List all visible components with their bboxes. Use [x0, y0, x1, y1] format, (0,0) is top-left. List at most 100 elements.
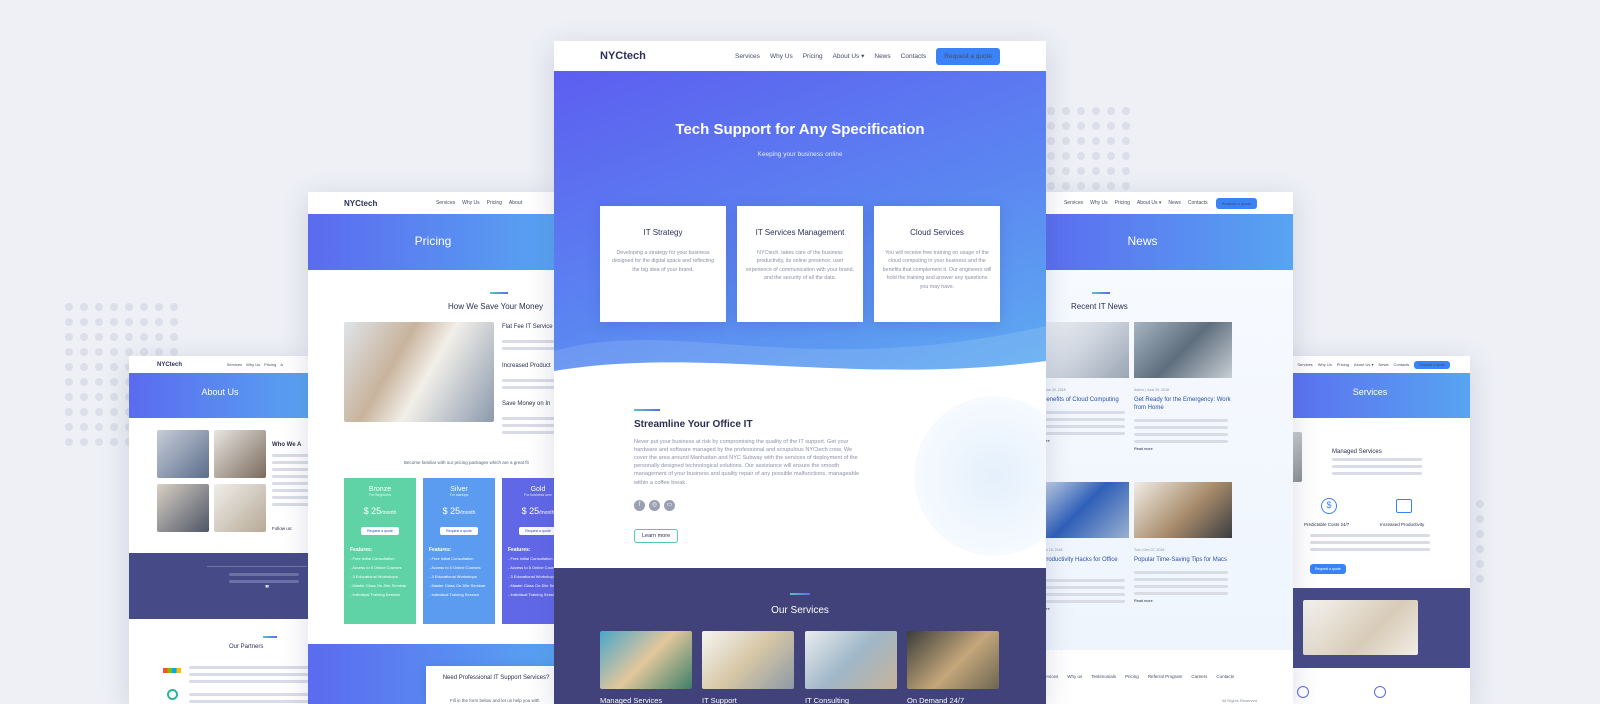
- dot: [80, 318, 88, 326]
- dot: [1092, 152, 1100, 160]
- about-nav-pricing[interactable]: Pricing: [264, 362, 276, 367]
- news-hero-title: News: [1127, 234, 1158, 248]
- news-nav-news[interactable]: News: [1168, 200, 1181, 206]
- plan-card-bronze[interactable]: Bronze For Beginners $ 25/month Request …: [344, 478, 416, 624]
- facebook-icon[interactable]: f: [634, 500, 645, 511]
- pricing-nav-pricing[interactable]: Pricing: [487, 200, 502, 206]
- dot: [1062, 167, 1070, 175]
- main-logo[interactable]: NYCtech: [600, 50, 646, 62]
- svcpg-nav-about[interactable]: About Us ▾: [1354, 362, 1374, 367]
- news-post-title[interactable]: Top Productivity Hacks for Office 365: [1032, 557, 1129, 573]
- news-nav-contacts[interactable]: Contacts: [1188, 200, 1208, 206]
- news-nav-about[interactable]: About Us ▾: [1137, 200, 1161, 206]
- pricing-logo[interactable]: NYCtech: [344, 199, 377, 208]
- plan-feature: - Access to 5 Online Courses: [429, 565, 481, 570]
- plan-card-silver[interactable]: Silver For startups $ 25/month Request a…: [423, 478, 495, 624]
- service-label-support[interactable]: IT Support: [702, 696, 737, 704]
- main-nav: NYCtech Services Why Us Pricing About Us…: [554, 41, 1046, 71]
- card-text: You will receive free training on usage …: [882, 250, 992, 290]
- news-post-title[interactable]: Get Ready for the Emergency: Work from H…: [1134, 397, 1232, 413]
- svcpg-nav-pricing[interactable]: Pricing: [1337, 362, 1349, 367]
- svcpg-nav-why[interactable]: Why Us: [1318, 362, 1332, 367]
- about-logo[interactable]: NYCtech: [157, 362, 182, 368]
- news-post[interactable]: Peter | Jun 15, 2018 Top Productivity Ha…: [1032, 482, 1129, 611]
- plan-request-button[interactable]: Request a quote: [519, 527, 557, 535]
- service-photo-consulting[interactable]: [805, 631, 897, 689]
- dot: [1047, 167, 1055, 175]
- card-it-strategy[interactable]: IT Strategy Developing a strategy for yo…: [600, 206, 726, 322]
- news-nav-pricing[interactable]: Pricing: [1115, 200, 1130, 206]
- dot: [1122, 152, 1130, 160]
- learn-more-button[interactable]: Learn more: [634, 529, 679, 543]
- footer-link[interactable]: Contacts: [1216, 674, 1234, 679]
- service-label-consulting[interactable]: IT Consulting: [805, 696, 849, 704]
- news-post[interactable]: Alexia | June 20, 2018 Top Benefits of C…: [1032, 322, 1129, 443]
- about-nav-services[interactable]: Services: [227, 362, 242, 367]
- need-support-heading: Need Professional IT Support Services?: [442, 675, 550, 681]
- about-hero: About Us: [129, 373, 311, 418]
- about-nav-why[interactable]: Why Us: [246, 362, 260, 367]
- news-post-title[interactable]: Top Benefits of Cloud Computing: [1032, 397, 1129, 405]
- svcpg-nav-news[interactable]: News: [1379, 362, 1389, 367]
- plan-feature: - Free Initial Consultation: [508, 556, 553, 561]
- news-nav-why[interactable]: Why Us: [1090, 200, 1108, 206]
- nav-services[interactable]: Services: [735, 53, 760, 60]
- dot: [140, 333, 148, 341]
- pricing-nav-why[interactable]: Why Us: [462, 200, 480, 206]
- footer-link[interactable]: Pricing: [1125, 674, 1139, 679]
- footer-link[interactable]: Testimonials: [1091, 674, 1116, 679]
- plan-card-gold[interactable]: Gold For business serv $ 25/month Reques…: [502, 478, 558, 624]
- news-read-more[interactable]: Read more: [1032, 607, 1129, 611]
- plan-request-button[interactable]: Request a quote: [440, 527, 478, 535]
- about-photo-2: [214, 430, 266, 478]
- dot: [1476, 500, 1484, 508]
- news-cta-button[interactable]: Request a quote: [1215, 197, 1257, 209]
- dot: [170, 348, 178, 356]
- service-photo-support[interactable]: [702, 631, 794, 689]
- news-post-image[interactable]: [1134, 482, 1232, 538]
- service-photo-on-demand[interactable]: [907, 631, 999, 689]
- service-photo-managed[interactable]: [600, 631, 692, 689]
- nav-news[interactable]: News: [874, 53, 890, 60]
- news-post-title[interactable]: Popular Time-Saving Tips for Macs: [1134, 557, 1232, 565]
- dollar-icon: $: [1321, 498, 1337, 514]
- service-label-managed[interactable]: Managed Services: [600, 696, 662, 704]
- svcpg-cta-button[interactable]: Request a quote: [1414, 360, 1450, 369]
- nav-contacts[interactable]: Contacts: [901, 53, 927, 60]
- dot: [125, 303, 133, 311]
- news-post-image[interactable]: [1134, 322, 1232, 378]
- quote-icon: ❞: [265, 584, 270, 593]
- news-post-image[interactable]: [1032, 482, 1129, 538]
- news-post[interactable]: Tom | Dec 07, 2018 Popular Time-Saving T…: [1134, 482, 1232, 603]
- dot: [1122, 137, 1130, 145]
- pricing-nav-services[interactable]: Services: [436, 200, 455, 206]
- instagram-icon[interactable]: ◎: [649, 500, 660, 511]
- news-read-more[interactable]: Read more: [1134, 447, 1232, 451]
- plan-request-button[interactable]: Request a quote: [361, 527, 399, 535]
- news-post-image[interactable]: [1032, 322, 1129, 378]
- request-quote-button[interactable]: Request a quote: [936, 47, 1000, 65]
- about-nav-about[interactable]: A: [280, 362, 283, 367]
- footer-link[interactable]: Why us: [1067, 674, 1082, 679]
- dot: [155, 303, 163, 311]
- news-read-more[interactable]: Read more: [1032, 439, 1129, 443]
- news-read-more[interactable]: Read more: [1134, 599, 1232, 603]
- svcpg-nav-contacts[interactable]: Contacts: [1394, 362, 1410, 367]
- nav-pricing[interactable]: Pricing: [803, 53, 823, 60]
- youtube-icon[interactable]: ▭: [664, 500, 675, 511]
- footer-link[interactable]: Referral Program: [1148, 674, 1183, 679]
- card-cloud-services[interactable]: Cloud Services You will receive free tra…: [874, 206, 1000, 322]
- pricing-nav-about[interactable]: About: [509, 200, 522, 206]
- news-nav-services[interactable]: Services: [1064, 200, 1083, 206]
- service-label-on-demand[interactable]: On Demand 24/7: [907, 696, 964, 704]
- nav-about-us[interactable]: About Us ▾: [833, 52, 865, 60]
- card-it-services-management[interactable]: IT Services Management NYCtech. takes ca…: [737, 206, 863, 322]
- dot: [110, 408, 118, 416]
- svcpg-request-button[interactable]: Request a quote: [1310, 564, 1346, 574]
- news-post[interactable]: Admin | June 20, 2018 Get Ready for the …: [1134, 322, 1232, 451]
- nav-why-us[interactable]: Why Us: [770, 53, 793, 60]
- dot: [95, 318, 103, 326]
- footer-link[interactable]: Careers: [1191, 674, 1207, 679]
- svcpg-nav-services[interactable]: Services: [1297, 362, 1312, 367]
- dot: [155, 348, 163, 356]
